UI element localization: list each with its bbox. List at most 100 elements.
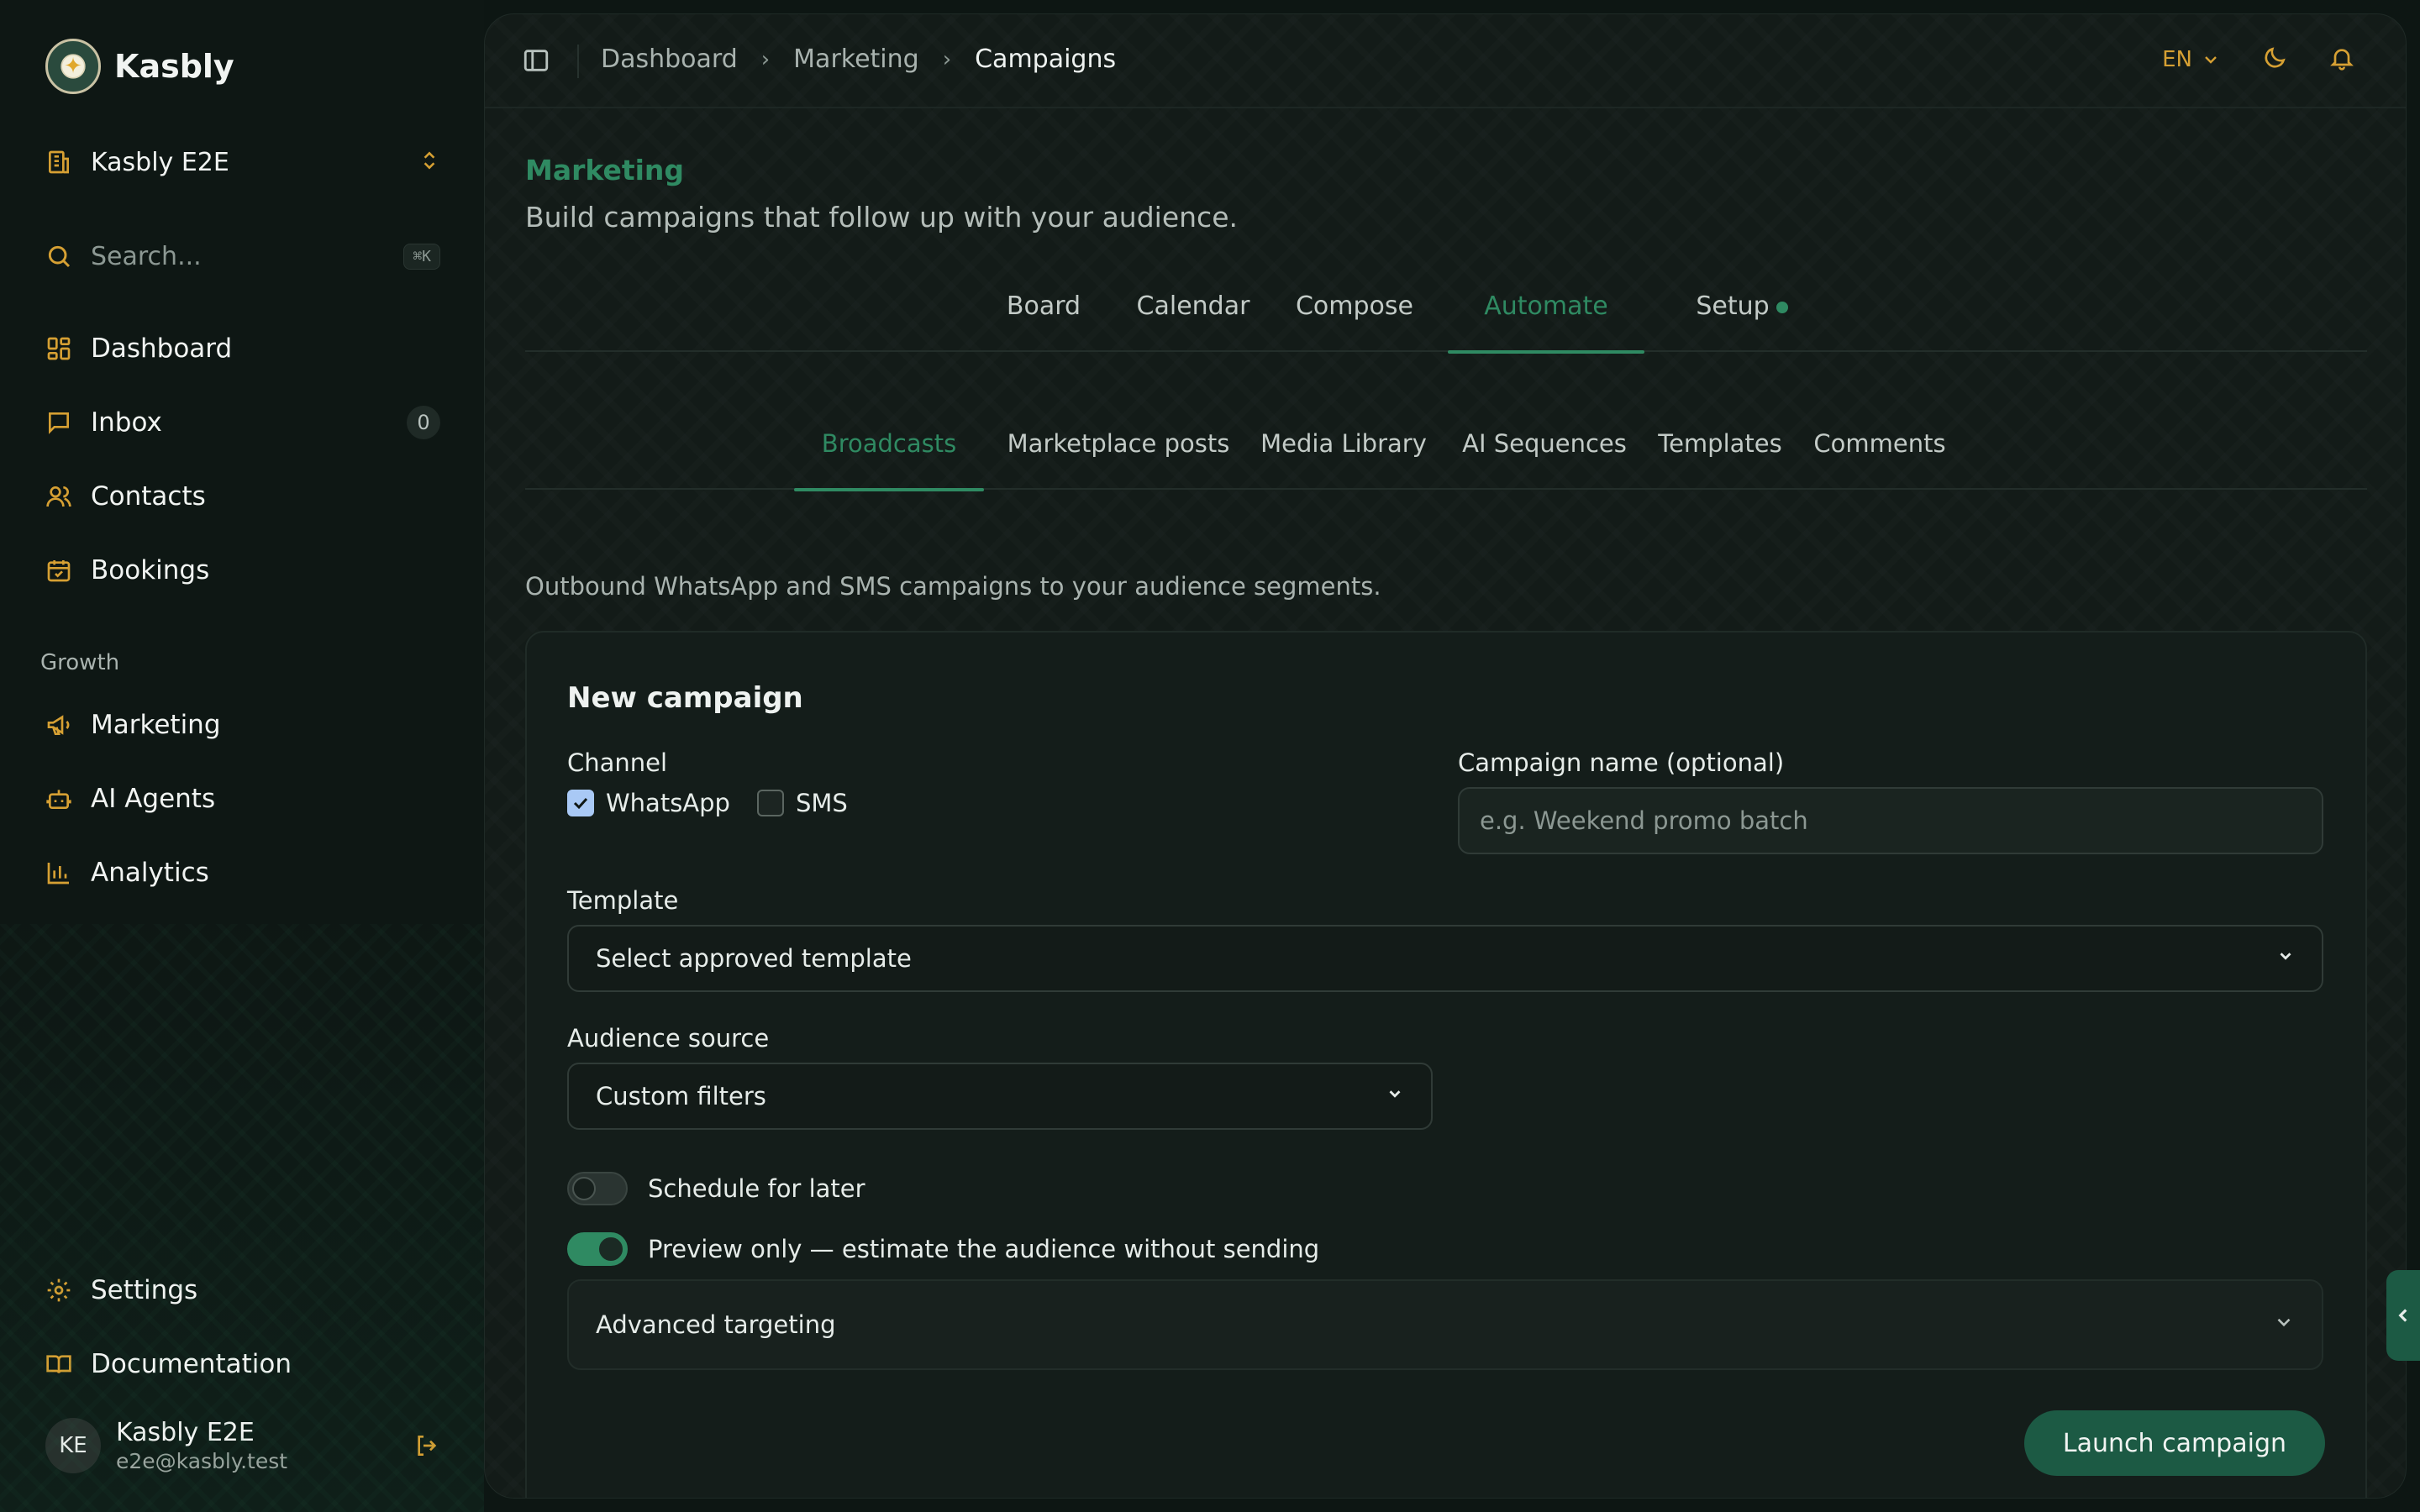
preview-toggle[interactable] [567, 1232, 628, 1266]
gear-icon [45, 1277, 72, 1304]
audience-source-select[interactable]: Custom filters [567, 1063, 1433, 1130]
sidebar-toggle-icon[interactable] [522, 46, 550, 78]
page-description: Build campaigns that follow up with your… [525, 201, 1238, 234]
sms-label: SMS [795, 789, 848, 817]
preview-label: Preview only — estimate the audience wit… [648, 1235, 1320, 1263]
sidebar-item-inbox[interactable]: Inbox 0 [45, 399, 440, 446]
advanced-targeting-label: Advanced targeting [596, 1310, 836, 1339]
schedule-toggle[interactable] [567, 1172, 628, 1205]
tab-setup-label: Setup [1696, 291, 1770, 321]
breadcrumb: Dashboard › Marketing › Campaigns [601, 45, 1116, 74]
tab-compose[interactable]: Compose [1292, 291, 1418, 352]
sidebar-item-documentation[interactable]: Documentation [45, 1341, 440, 1388]
audience-source-label: Audience source [567, 1024, 770, 1053]
sidebar-item-bookings[interactable]: Bookings [45, 547, 440, 594]
toggle-knob [572, 1177, 596, 1200]
chevron-down-icon [1386, 1084, 1404, 1108]
tab-marketplace-posts[interactable]: Marketplace posts [999, 429, 1238, 490]
sidebar-item-label: Inbox [91, 407, 162, 438]
brand-name: Kasbly [114, 48, 234, 85]
dashboard-icon [45, 335, 72, 362]
tab-board[interactable]: Board [997, 291, 1090, 352]
tab-media-library[interactable]: Media Library [1251, 429, 1436, 490]
brand-logo-icon: ✦ [45, 39, 101, 94]
sidebar-item-label: Settings [91, 1275, 198, 1305]
user-profile[interactable]: KE Kasbly E2E e2e@kasbly.test [45, 1416, 440, 1475]
page-eyebrow: Marketing [525, 154, 685, 186]
chevron-left-icon [2398, 1309, 2407, 1322]
sidebar-item-label: AI Agents [91, 784, 216, 814]
book-icon [45, 1351, 72, 1378]
whatsapp-label: WhatsApp [606, 789, 730, 817]
language-select[interactable]: EN [2162, 47, 2221, 72]
tab-setup[interactable]: Setup [1683, 291, 1801, 352]
workspace-switcher[interactable]: Kasbly E2E [45, 141, 440, 183]
tab-templates[interactable]: Templates [1651, 429, 1789, 490]
divider [577, 45, 579, 78]
logout-icon[interactable] [413, 1432, 440, 1459]
sidebar-item-dashboard[interactable]: Dashboard [45, 325, 440, 372]
search-icon [45, 243, 72, 270]
tab-automate[interactable]: Automate [1448, 291, 1644, 354]
breadcrumb-campaigns: Campaigns [975, 45, 1117, 74]
sidebar-item-label: Contacts [91, 481, 206, 512]
launch-campaign-button[interactable]: Launch campaign [2023, 1410, 2325, 1476]
chevron-right-icon: › [760, 46, 771, 72]
tab-broadcasts[interactable]: Broadcasts [794, 429, 984, 491]
preview-row: Preview only — estimate the audience wit… [567, 1232, 1319, 1266]
user-name: Kasbly E2E [116, 1418, 255, 1447]
building-icon [45, 149, 72, 176]
tab-comments[interactable]: Comments [1796, 429, 1964, 490]
sms-checkbox[interactable] [756, 790, 784, 816]
campaign-name-label: Campaign name (optional) [1458, 748, 1785, 777]
breadcrumb-dashboard[interactable]: Dashboard [601, 45, 738, 74]
sidebar-item-contacts[interactable]: Contacts [45, 473, 440, 520]
sidebar-item-settings[interactable]: Settings [45, 1267, 440, 1314]
secondary-tabs: Broadcasts Marketplace posts Media Libra… [525, 429, 2367, 491]
main-panel: Dashboard › Marketing › Campaigns EN Mar… [484, 13, 2407, 1499]
section-description: Outbound WhatsApp and SMS campaigns to y… [525, 572, 1381, 601]
brand[interactable]: ✦ Kasbly [45, 39, 234, 94]
channel-label: Channel [567, 748, 668, 777]
sidebar-item-label: Bookings [91, 555, 210, 585]
tab-calendar[interactable]: Calendar [1130, 291, 1256, 352]
side-panel-toggle[interactable] [2386, 1270, 2420, 1361]
template-select-value: Select approved template [596, 944, 912, 973]
users-icon [45, 483, 72, 510]
search-placeholder: Search... [91, 241, 202, 271]
bot-icon [45, 785, 72, 812]
sidebar-item-analytics[interactable]: Analytics [45, 849, 440, 896]
calendar-icon [45, 557, 72, 584]
chevron-down-icon [2276, 947, 2295, 970]
sidebar-section-growth: Growth [40, 650, 120, 675]
inbox-icon [45, 409, 72, 436]
sidebar-item-ai-agents[interactable]: AI Agents [45, 775, 440, 822]
sidebar-item-marketing[interactable]: Marketing [45, 701, 440, 748]
template-select[interactable]: Select approved template [567, 925, 2323, 992]
megaphone-icon [45, 711, 72, 738]
moon-icon[interactable] [2261, 45, 2288, 75]
advanced-targeting-accordion[interactable]: Advanced targeting [567, 1279, 2323, 1370]
sidebar-item-label: Analytics [91, 858, 209, 888]
status-dot [1776, 301, 1788, 313]
card-title: New campaign [567, 681, 803, 715]
sidebar-item-label: Marketing [91, 710, 221, 740]
primary-tabs: Board Calendar Compose Automate Setup [525, 291, 2367, 354]
sidebar-item-label: Documentation [91, 1349, 292, 1379]
search-input[interactable]: Search... ⌘K [45, 235, 440, 277]
bell-icon[interactable] [2328, 45, 2355, 75]
toggle-knob [599, 1237, 623, 1261]
language-label: EN [2162, 47, 2192, 72]
sidebar-item-label: Dashboard [91, 333, 233, 364]
template-label: Template [567, 886, 679, 915]
search-shortcut: ⌘K [403, 243, 440, 270]
campaign-name-field[interactable]: e.g. Weekend promo batch [1458, 787, 2323, 854]
user-email: e2e@kasbly.test [116, 1449, 288, 1473]
topbar: Dashboard › Marketing › Campaigns EN [485, 14, 2406, 108]
tab-ai-sequences[interactable]: AI Sequences [1449, 429, 1639, 490]
breadcrumb-marketing[interactable]: Marketing [793, 45, 919, 74]
sidebar: ✦ Kasbly Kasbly E2E Search... ⌘K Dashboa… [0, 0, 484, 1512]
avatar: KE [45, 1418, 101, 1473]
audience-select-value: Custom filters [596, 1082, 766, 1110]
whatsapp-checkbox[interactable] [567, 790, 594, 816]
